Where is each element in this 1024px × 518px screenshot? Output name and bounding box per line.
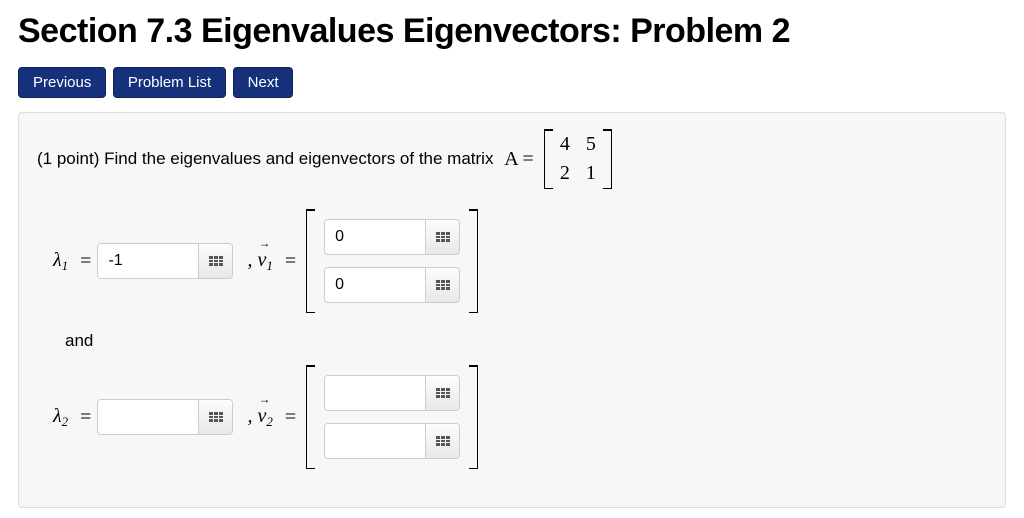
next-button[interactable]: Next <box>233 67 294 98</box>
nav-buttons: Previous Problem List Next <box>18 67 1006 98</box>
v2-vector <box>306 365 478 469</box>
prompt-text: Find the eigenvalues and eigenvectors of… <box>104 149 493 169</box>
equals: = <box>285 406 296 429</box>
v1-entry-1-group <box>324 219 460 255</box>
v2-entry-1-group <box>324 375 460 411</box>
equals: = <box>80 406 91 429</box>
v1-vector <box>306 209 478 313</box>
lambda1-input-group <box>97 243 233 279</box>
matrix-cell: 4 <box>560 133 570 156</box>
lambda2-input-group <box>97 399 233 435</box>
matrix-A: 4 5 2 1 <box>544 129 612 189</box>
v1-entry-1-input[interactable] <box>325 220 425 254</box>
equals: = <box>80 250 91 273</box>
lambda1-label: λ1 <box>53 249 68 274</box>
v1-entry-2-input[interactable] <box>325 268 425 302</box>
answer-row-1: λ1 = , v1 = <box>47 209 987 313</box>
and-text: and <box>65 331 987 351</box>
lambda2-label: λ2 <box>53 405 68 430</box>
page-title: Section 7.3 Eigenvalues Eigenvectors: Pr… <box>18 12 1006 51</box>
lambda1-input[interactable] <box>98 244 198 278</box>
problem-prompt: (1 point) Find the eigenvalues and eigen… <box>37 129 987 189</box>
keypad-icon[interactable] <box>198 244 232 278</box>
matrix-cell: 1 <box>586 162 596 185</box>
matrix-cell: 5 <box>586 133 596 156</box>
v2-entry-2-input[interactable] <box>325 424 425 458</box>
keypad-icon[interactable] <box>425 268 459 302</box>
matrix-label: A = <box>504 148 534 171</box>
problem-list-button[interactable]: Problem List <box>113 67 226 98</box>
problem-panel: (1 point) Find the eigenvalues and eigen… <box>18 112 1006 508</box>
matrix-cell: 2 <box>560 162 570 185</box>
keypad-icon[interactable] <box>198 400 232 434</box>
v2-entry-2-group <box>324 423 460 459</box>
v2-entry-1-input[interactable] <box>325 376 425 410</box>
keypad-icon[interactable] <box>425 220 459 254</box>
comma-v2-label: , v2 <box>247 405 272 430</box>
v1-entry-2-group <box>324 267 460 303</box>
comma-v1-label: , v1 <box>247 249 272 274</box>
lambda2-input[interactable] <box>98 400 198 434</box>
keypad-icon[interactable] <box>425 376 459 410</box>
previous-button[interactable]: Previous <box>18 67 106 98</box>
equals: = <box>285 250 296 273</box>
points-label: (1 point) <box>37 149 99 169</box>
keypad-icon[interactable] <box>425 424 459 458</box>
answer-row-2: λ2 = , v2 = <box>47 365 987 469</box>
